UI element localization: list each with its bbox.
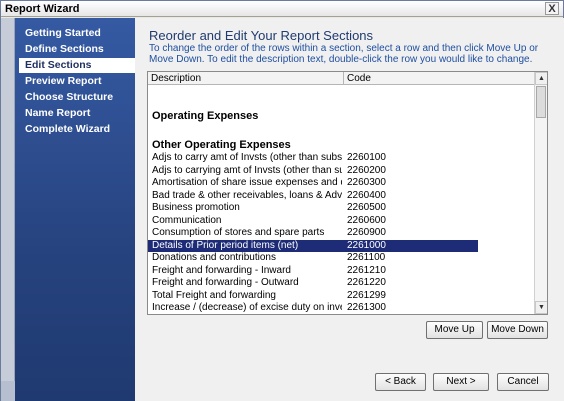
row-code: 2261100 xyxy=(347,252,386,263)
back-button[interactable]: < Back xyxy=(375,373,426,391)
row-code: 2260600 xyxy=(347,214,386,226)
background-strip xyxy=(1,18,15,401)
wizard-steps-sidebar: Getting Started Define Sections Edit Sec… xyxy=(15,18,135,401)
row-description: Business promotion xyxy=(152,202,240,213)
close-icon[interactable]: X xyxy=(545,2,559,15)
next-button[interactable]: Next > xyxy=(433,373,489,391)
instructions-text: To change the order of the rows within a… xyxy=(149,43,539,65)
row-code: 2261000 xyxy=(347,239,386,251)
column-header-description[interactable]: Description xyxy=(148,72,344,85)
step-complete-wizard[interactable]: Complete Wizard xyxy=(15,122,135,137)
scrollbar-thumb[interactable] xyxy=(536,86,546,118)
step-name-report[interactable]: Name Report xyxy=(15,106,135,121)
row-code: 2260900 xyxy=(347,227,386,238)
row-description: Adjs to carry amt of Invsts (other than … xyxy=(152,152,342,163)
row-description: Donations and contributions xyxy=(152,252,276,263)
move-down-button[interactable]: Move Down xyxy=(487,321,548,339)
row-code: 2261210 xyxy=(347,264,386,276)
step-define-sections[interactable]: Define Sections xyxy=(15,42,135,57)
main-panel: Reorder and Edit Your Report Sections To… xyxy=(135,18,564,401)
move-up-button[interactable]: Move Up xyxy=(426,321,483,339)
scroll-down-arrow-icon[interactable]: ▼ xyxy=(535,301,547,314)
row-description: Total Freight and forwarding xyxy=(152,289,276,301)
row-description: Details of Prior period items (net) xyxy=(152,239,299,251)
report-wizard-window: Report Wizard X Getting Started Define S… xyxy=(0,0,564,401)
sections-grid[interactable]: Description Code Operating Expenses Othe… xyxy=(147,71,548,315)
cancel-button[interactable]: Cancel xyxy=(497,373,549,391)
row-code: 2260400 xyxy=(347,189,386,201)
step-preview-report[interactable]: Preview Report xyxy=(15,74,135,89)
grid-header: Description Code xyxy=(148,72,535,85)
background-strip-bottom xyxy=(1,381,15,401)
row-code: 2260100 xyxy=(347,152,386,163)
row-code: 2261299 xyxy=(347,289,386,301)
row-code: 2260300 xyxy=(347,177,386,188)
step-getting-started[interactable]: Getting Started xyxy=(15,26,135,41)
row-code: 2261300 xyxy=(347,302,386,313)
window-title: Report Wizard xyxy=(5,3,80,15)
step-edit-sections[interactable]: Edit Sections xyxy=(19,58,135,73)
row-description: Freight and forwarding - Inward xyxy=(152,264,291,276)
scroll-up-arrow-icon[interactable]: ▲ xyxy=(535,72,547,85)
table-row-selected[interactable]: Details of Prior period items (net) 2261… xyxy=(148,239,478,252)
row-code: 2260200 xyxy=(347,164,386,176)
row-description: Amortisation of share issue expenses and… xyxy=(152,177,342,188)
row-code: 2260500 xyxy=(347,202,386,213)
step-choose-structure[interactable]: Choose Structure xyxy=(15,90,135,105)
row-description: Bad trade & other receivables, loans & A… xyxy=(152,189,342,201)
row-description: Adjs to carrying amt of Invsts (other th… xyxy=(152,164,342,176)
title-bar: Report Wizard X xyxy=(1,1,563,17)
row-description: Consumption of stores and spare parts xyxy=(152,227,325,238)
page-title: Reorder and Edit Your Report Sections xyxy=(149,28,374,43)
row-code: 2261220 xyxy=(347,277,386,288)
row-description: Freight and forwarding - Outward xyxy=(152,277,299,288)
row-description: Operating Expenses xyxy=(152,110,259,122)
column-header-code[interactable]: Code xyxy=(344,72,535,85)
row-description: Communication xyxy=(152,214,222,226)
row-description: Increase / (decrease) of excise duty on … xyxy=(152,302,342,313)
vertical-scrollbar[interactable]: ▲ ▼ xyxy=(534,72,547,314)
row-description: Other Operating Expenses xyxy=(152,139,291,151)
